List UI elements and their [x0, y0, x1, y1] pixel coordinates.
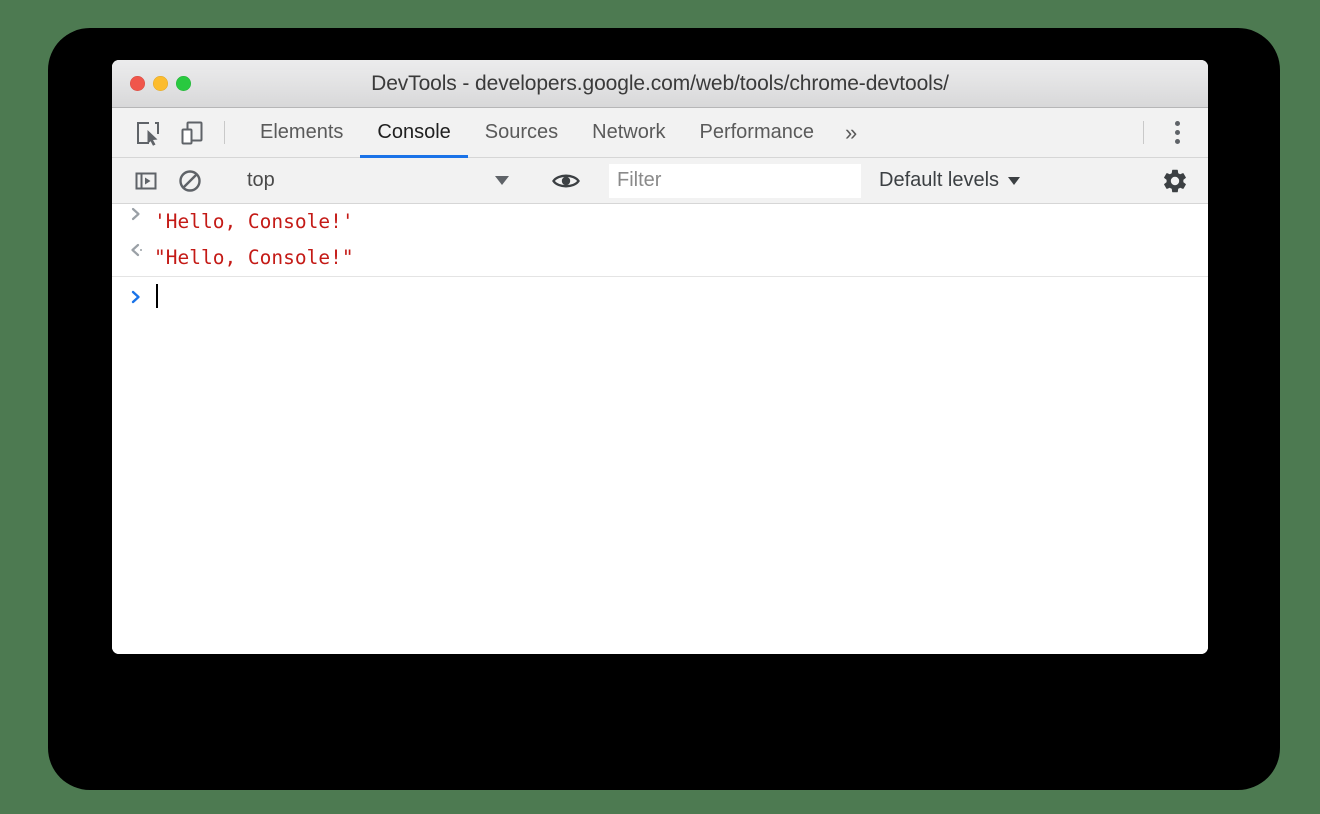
tab-sources[interactable]: Sources	[468, 108, 575, 157]
inspect-element-icon	[135, 120, 161, 146]
execution-context-selector[interactable]: top	[233, 158, 523, 204]
tab-network[interactable]: Network	[575, 108, 682, 157]
traffic-light-group	[112, 76, 191, 91]
clear-console-icon	[178, 169, 202, 193]
execution-context-value: top	[247, 169, 275, 191]
text-cursor	[156, 283, 158, 308]
console-prompt-marker-icon	[128, 287, 154, 305]
tabbar-divider-1	[224, 121, 225, 144]
live-expression-button[interactable]	[544, 171, 588, 191]
tab-performance[interactable]: Performance	[683, 108, 832, 157]
sidebar-toggle-icon	[134, 169, 158, 193]
tabbar-divider-2	[1143, 121, 1144, 144]
tab-list: Elements Console Sources Network Perform…	[243, 108, 871, 158]
tab-elements[interactable]: Elements	[243, 108, 360, 157]
window-title: DevTools - developers.google.com/web/too…	[371, 71, 949, 95]
tab-network-label: Network	[592, 121, 666, 143]
device-toolbar-icon	[179, 120, 205, 146]
tab-console-label: Console	[377, 121, 451, 143]
devtools-main-menu-button[interactable]	[1154, 108, 1200, 157]
tab-elements-label: Elements	[260, 121, 344, 143]
tab-sources-label: Sources	[484, 121, 559, 143]
console-message-row: "Hello, Console!"	[112, 240, 1208, 276]
console-message-text: 'Hello, Console!'	[154, 210, 354, 233]
eye-icon	[552, 171, 580, 191]
tabbar-spacer	[871, 108, 1133, 157]
devtools-window: DevTools - developers.google.com/web/too…	[112, 60, 1208, 654]
maximize-window-button[interactable]	[176, 76, 191, 91]
console-filter-input[interactable]	[609, 163, 861, 198]
inspect-element-button[interactable]	[126, 108, 170, 157]
more-tabs-button[interactable]: »	[831, 108, 871, 157]
kebab-dot-2	[1174, 130, 1180, 135]
console-prompt-row[interactable]	[112, 276, 1208, 314]
devtools-tabbar: Elements Console Sources Network Perform…	[112, 108, 1208, 158]
console-settings-button[interactable]	[1152, 167, 1198, 195]
chevron-down-icon	[1008, 176, 1021, 185]
chevron-double-right-icon: »	[845, 119, 858, 145]
window-titlebar: DevTools - developers.google.com/web/too…	[112, 60, 1208, 108]
device-toolbar-button[interactable]	[170, 108, 214, 157]
console-output-marker-icon	[128, 240, 154, 258]
kebab-dot-3	[1174, 139, 1180, 144]
console-message-row: 'Hello, Console!'	[112, 204, 1208, 240]
chevron-down-icon	[495, 176, 509, 185]
minimize-window-button[interactable]	[153, 76, 168, 91]
log-levels-label: Default levels	[879, 169, 1000, 191]
console-sidebar-toggle-button[interactable]	[124, 169, 168, 193]
console-toolbar: top Default levels	[112, 158, 1208, 204]
tab-performance-label: Performance	[699, 121, 815, 143]
console-message-text: "Hello, Console!"	[154, 246, 354, 269]
close-window-button[interactable]	[130, 76, 145, 91]
gear-icon	[1161, 167, 1189, 195]
console-input-marker-icon	[128, 204, 154, 222]
tab-console[interactable]: Console	[360, 108, 469, 158]
clear-console-button[interactable]	[168, 169, 212, 193]
kebab-dot-1	[1174, 121, 1180, 126]
console-message-list[interactable]: 'Hello, Console!' "Hello, Console!"	[112, 204, 1208, 654]
log-levels-selector[interactable]: Default levels	[879, 169, 1021, 192]
